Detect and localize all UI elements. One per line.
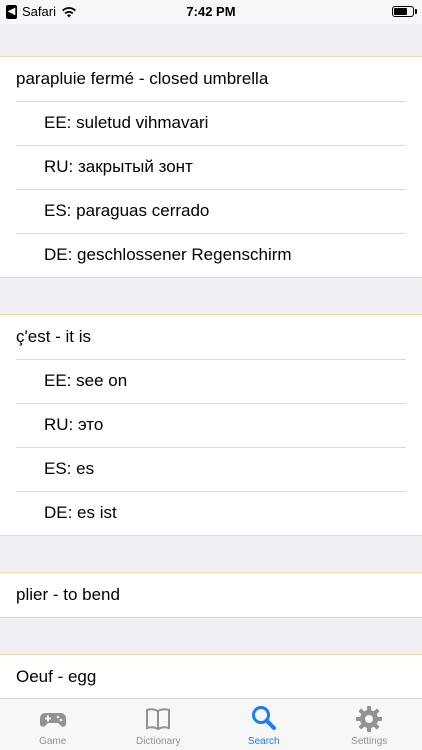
section-gap	[0, 618, 422, 654]
result-head-row[interactable]: Oeuf - egg	[0, 655, 422, 699]
section-gap	[0, 278, 422, 314]
result-section: Oeuf - egg	[0, 654, 422, 699]
book-icon	[146, 708, 171, 731]
result-head-row[interactable]: ç'est - it is	[0, 315, 422, 359]
battery-icon	[392, 6, 414, 17]
result-section: parapluie fermé - closed umbrella EE: su…	[0, 56, 422, 278]
translation-row-de[interactable]: DE: es ist	[0, 491, 422, 535]
status-time: 7:42 PM	[186, 4, 236, 19]
tab-search[interactable]: Search	[211, 699, 317, 750]
result-section: ç'est - it is EE: see on RU: это ES: es …	[0, 314, 422, 536]
gamepad-icon	[39, 713, 66, 727]
magnifier-icon	[251, 706, 276, 730]
result-section: plier - to bend	[0, 572, 422, 618]
translation-row-es[interactable]: ES: paraguas cerrado	[0, 189, 422, 233]
section-gap	[0, 24, 422, 56]
tab-game-label: Game	[39, 736, 67, 747]
translation-row-ru[interactable]: RU: закрытый зонт	[0, 145, 422, 189]
result-head-row[interactable]: plier - to bend	[0, 573, 422, 617]
tab-search-label: Search	[247, 736, 280, 747]
result-head-row[interactable]: parapluie fermé - closed umbrella	[0, 57, 422, 101]
tab-settings[interactable]: Settings	[317, 699, 422, 750]
translation-row-es[interactable]: ES: es	[0, 447, 422, 491]
tab-settings-label: Settings	[351, 736, 388, 747]
battery-tip	[415, 9, 417, 14]
translation-row-ee[interactable]: EE: suletud vihmavari	[0, 101, 422, 145]
translation-row-ee[interactable]: EE: see on	[0, 359, 422, 403]
tab-bar: Game Dictionary Search Settings	[0, 698, 422, 750]
tab-dictionary-label: Dictionary	[136, 736, 181, 747]
search-screen: ◀ Safari 7:42 PM parapluie fermé - close…	[0, 0, 422, 750]
section-gap	[0, 536, 422, 572]
tab-game[interactable]: Game	[0, 699, 106, 750]
search-results-list[interactable]: parapluie fermé - closed umbrella EE: su…	[0, 24, 422, 699]
translation-row-ru[interactable]: RU: это	[0, 403, 422, 447]
tab-dictionary[interactable]: Dictionary	[106, 699, 212, 750]
gear-icon	[356, 706, 383, 732]
status-bar: ◀ Safari 7:42 PM	[0, 0, 422, 24]
translation-row-de[interactable]: DE: geschlossener Regenschirm	[0, 233, 422, 277]
